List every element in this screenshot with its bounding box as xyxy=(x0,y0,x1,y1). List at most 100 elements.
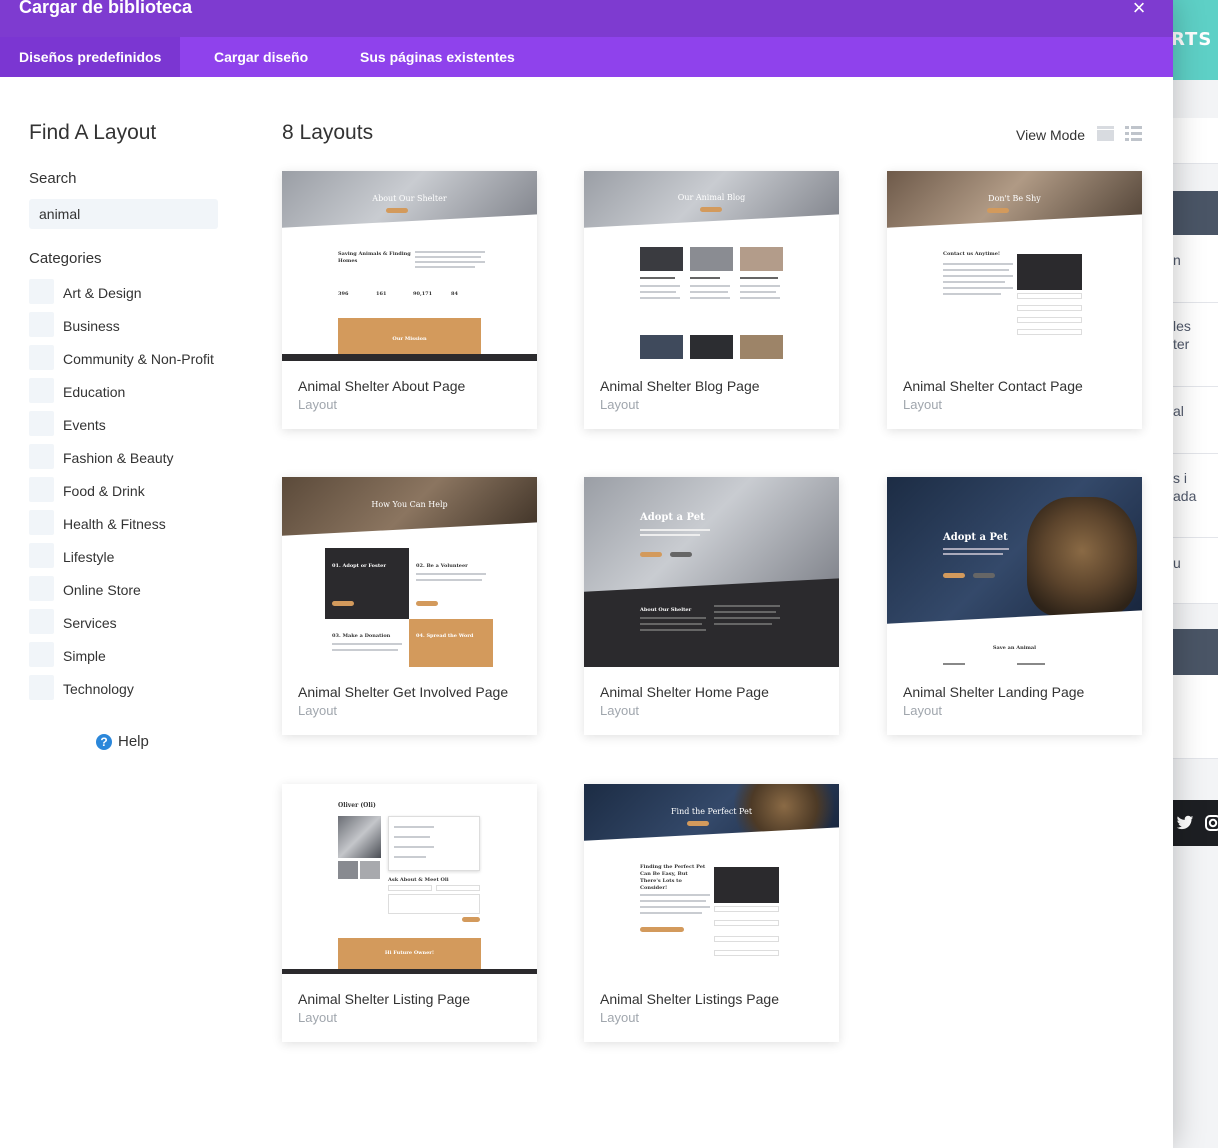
background-page: RTS n les ter al s i ada u xyxy=(1173,0,1218,1148)
close-icon: × xyxy=(1132,0,1146,20)
layout-thumbnail: About Our Shelter Saving Animals & Findi… xyxy=(282,171,537,361)
view-mode-label: View Mode xyxy=(1016,127,1086,143)
category-education[interactable]: Education xyxy=(29,376,249,409)
modal-tabs: Diseños predefinidos Cargar diseño Sus p… xyxy=(0,37,1173,77)
layout-type: Layout xyxy=(600,703,640,718)
category-checkbox[interactable] xyxy=(29,312,54,337)
category-checkbox[interactable] xyxy=(29,609,54,634)
background-text: les xyxy=(1173,318,1191,334)
help-icon: ? xyxy=(96,733,112,750)
help-label: Help xyxy=(118,733,149,750)
modal-title: Cargar de biblioteca xyxy=(19,0,193,17)
background-text: s i xyxy=(1173,470,1187,486)
layout-thumbnail: How You Can Help 01. Adopt or Foster 02.… xyxy=(282,477,537,667)
category-fashion-beauty[interactable]: Fashion & Beauty xyxy=(29,442,249,475)
thumbnail-hero-title: Our Animal Blog xyxy=(677,193,746,202)
search-label: Search xyxy=(29,170,77,187)
background-text: ada xyxy=(1173,488,1197,504)
background-text: u xyxy=(1173,555,1181,571)
category-technology[interactable]: Technology xyxy=(29,673,249,706)
layout-thumbnail: Oliver (Oli) Ask About & Meet Oli Hi Fut… xyxy=(282,784,537,974)
layout-card-listings[interactable]: Find the Perfect Pet Finding the Perfect… xyxy=(584,784,839,1042)
tab-import-layout[interactable]: Cargar diseño xyxy=(195,37,327,77)
help-link[interactable]: ? Help xyxy=(96,733,149,750)
library-modal: Cargar de biblioteca × Diseños predefini… xyxy=(0,0,1173,1148)
layout-type: Layout xyxy=(298,703,338,718)
layout-card-about[interactable]: About Our Shelter Saving Animals & Findi… xyxy=(282,171,537,429)
thumbnail-hero-title: Adopt a Pet xyxy=(640,512,705,523)
layout-card-get-involved[interactable]: How You Can Help 01. Adopt or Foster 02.… xyxy=(282,477,537,735)
category-checkbox[interactable] xyxy=(29,675,54,700)
category-community-non-profit[interactable]: Community & Non-Profit xyxy=(29,343,249,376)
category-checkbox[interactable] xyxy=(29,477,54,502)
layout-name: Animal Shelter Home Page xyxy=(600,684,769,700)
layout-type: Layout xyxy=(298,1010,338,1025)
layout-name: Animal Shelter Landing Page xyxy=(903,684,1085,700)
category-checkbox[interactable] xyxy=(29,444,54,469)
layout-card-blog[interactable]: Our Animal Blog Animal Shelter Blog Page… xyxy=(584,171,839,429)
categories-label: Categories xyxy=(29,250,102,267)
category-lifestyle[interactable]: Lifestyle xyxy=(29,541,249,574)
category-services[interactable]: Services xyxy=(29,607,249,640)
category-list: Art & Design Business Community & Non-Pr… xyxy=(29,277,249,706)
thumbnail-hero-title: Adopt a Pet xyxy=(943,532,1008,543)
list-view-icon[interactable] xyxy=(1125,125,1142,142)
layout-name: Animal Shelter Get Involved Page xyxy=(298,684,509,700)
layout-type: Layout xyxy=(298,397,338,412)
category-checkbox[interactable] xyxy=(29,345,54,370)
layout-type: Layout xyxy=(600,397,640,412)
category-checkbox[interactable] xyxy=(29,279,54,304)
layout-name: Animal Shelter Contact Page xyxy=(903,378,1083,394)
close-button[interactable]: × xyxy=(1127,0,1151,21)
layout-thumbnail: Find the Perfect Pet Finding the Perfect… xyxy=(584,784,839,974)
category-checkbox[interactable] xyxy=(29,510,54,535)
background-text: ter xyxy=(1173,336,1190,352)
layout-name: Animal Shelter Listings Page xyxy=(600,991,779,1007)
layout-thumbnail: Don't Be Shy Contact us Anytime! xyxy=(887,171,1142,361)
category-events[interactable]: Events xyxy=(29,409,249,442)
category-simple[interactable]: Simple xyxy=(29,640,249,673)
category-art-design[interactable]: Art & Design xyxy=(29,277,249,310)
thumbnail-hero-title: Don't Be Shy xyxy=(988,194,1041,203)
layout-name: Animal Shelter Listing Page xyxy=(298,991,470,1007)
find-layout-title: Find A Layout xyxy=(29,121,157,144)
layout-type: Layout xyxy=(903,397,943,412)
background-social-bar xyxy=(1173,800,1218,846)
category-business[interactable]: Business xyxy=(29,310,249,343)
layout-card-contact[interactable]: Don't Be Shy Contact us Anytime! Animal … xyxy=(887,171,1142,429)
layout-thumbnail: Adopt a Pet About Our Shelter xyxy=(584,477,839,667)
thumbnail-hero-title: How You Can Help xyxy=(371,500,448,509)
layout-type: Layout xyxy=(600,1010,640,1025)
thumbnail-hero-title: Find the Perfect Pet xyxy=(670,807,753,816)
search-input[interactable] xyxy=(29,199,218,229)
background-text: al xyxy=(1173,403,1184,419)
instagram-icon[interactable] xyxy=(1205,815,1218,831)
layout-thumbnail: Adopt a Pet Save an Animal xyxy=(887,477,1142,667)
layout-card-home[interactable]: Adopt a Pet About Our Shelter Animal She… xyxy=(584,477,839,735)
category-checkbox[interactable] xyxy=(29,576,54,601)
layout-name: Animal Shelter About Page xyxy=(298,378,466,394)
background-header: RTS xyxy=(1173,0,1218,80)
layout-thumbnail: Our Animal Blog xyxy=(584,171,839,361)
layout-card-listing[interactable]: Oliver (Oli) Ask About & Meet Oli Hi Fut… xyxy=(282,784,537,1042)
background-brand-fragment: RTS xyxy=(1173,29,1213,50)
thumbnail-hero-title: About Our Shelter xyxy=(372,194,447,203)
grid-view-icon[interactable] xyxy=(1097,125,1114,142)
tab-premade-layouts[interactable]: Diseños predefinidos xyxy=(0,37,181,77)
layout-type: Layout xyxy=(903,703,943,718)
tab-existing-pages[interactable]: Sus páginas existentes xyxy=(341,37,534,77)
category-checkbox[interactable] xyxy=(29,411,54,436)
category-online-store[interactable]: Online Store xyxy=(29,574,249,607)
twitter-icon[interactable] xyxy=(1176,815,1194,831)
category-checkbox[interactable] xyxy=(29,543,54,568)
category-checkbox[interactable] xyxy=(29,378,54,403)
category-health-fitness[interactable]: Health & Fitness xyxy=(29,508,249,541)
thumbnail-hero-title: Oliver (Oli) xyxy=(338,802,376,809)
layout-name: Animal Shelter Blog Page xyxy=(600,378,760,394)
layouts-count: 8 Layouts xyxy=(282,121,374,144)
category-food-drink[interactable]: Food & Drink xyxy=(29,475,249,508)
background-text: n xyxy=(1173,252,1181,268)
category-checkbox[interactable] xyxy=(29,642,54,667)
layout-card-landing[interactable]: Adopt a Pet Save an Animal Animal Shelte… xyxy=(887,477,1142,735)
modal-header: Cargar de biblioteca × xyxy=(0,0,1173,37)
